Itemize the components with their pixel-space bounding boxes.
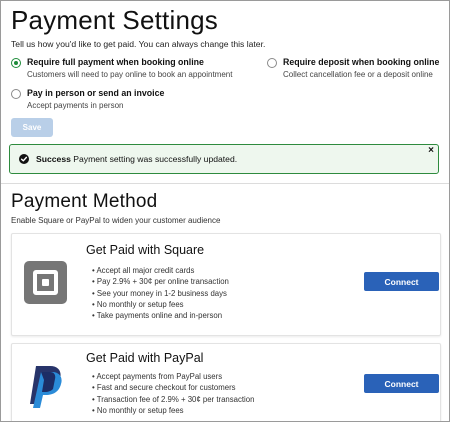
option-subtitle: Collect cancellation fee or a deposit on… xyxy=(283,70,433,79)
list-item: Pay 2.9% + 30¢ per online transaction xyxy=(92,276,229,287)
option-deposit[interactable]: Require deposit when booking online Coll… xyxy=(267,57,439,80)
square-card-title: Get Paid with Square xyxy=(86,243,205,257)
section-title: Payment Method xyxy=(11,191,158,212)
paypal-connect-button[interactable]: Connect xyxy=(364,374,439,393)
square-card: Get Paid with Square Accept all major cr… xyxy=(11,233,441,336)
check-circle-icon xyxy=(19,154,29,164)
list-item: See your money in 1-2 business days xyxy=(92,288,229,299)
save-button[interactable]: Save xyxy=(11,118,53,137)
option-title: Pay in person or send an invoice xyxy=(27,88,165,98)
close-icon[interactable]: × xyxy=(428,146,434,156)
paypal-card-title: Get Paid with PayPal xyxy=(86,351,204,365)
list-item: Transaction fee of 2.9% + 30¢ per transa… xyxy=(92,394,255,405)
alert-message: Success Payment setting was successfully… xyxy=(36,154,237,164)
paypal-features: Accept payments from PayPal users Fast a… xyxy=(92,371,254,416)
option-title: Require deposit when booking online xyxy=(283,57,440,67)
option-pay-in-person[interactable]: Pay in person or send an invoice Accept … xyxy=(11,88,164,111)
page-title: Payment Settings xyxy=(11,5,218,35)
list-item: No monthly or setup fees xyxy=(92,405,254,416)
alert-text: Payment setting was successfully updated… xyxy=(70,154,238,164)
payment-settings-page: Payment Settings Tell us how you'd like … xyxy=(0,0,450,422)
alert-strong: Success xyxy=(36,154,71,164)
page-intro: Tell us how you'd like to get paid. You … xyxy=(11,39,266,49)
option-full-payment[interactable]: Require full payment when booking online… xyxy=(11,57,232,80)
section-subtitle: Enable Square or PayPal to widen your cu… xyxy=(11,216,221,225)
success-alert: Success Payment setting was successfully… xyxy=(9,144,439,174)
paypal-card: Get Paid with PayPal Accept payments fro… xyxy=(11,343,441,421)
radio-unselected-icon[interactable] xyxy=(11,89,21,99)
radio-selected-icon[interactable] xyxy=(11,58,21,68)
square-logo-icon xyxy=(24,261,67,304)
list-item: Accept all major credit cards xyxy=(92,265,229,276)
list-item: No monthly or setup fees xyxy=(92,299,229,310)
option-title: Require full payment when booking online xyxy=(27,57,204,67)
radio-unselected-icon[interactable] xyxy=(267,58,277,68)
list-item: Accept payments from PayPal users xyxy=(92,371,254,382)
section-divider xyxy=(1,183,449,184)
option-subtitle: Customers will need to pay online to boo… xyxy=(27,70,233,79)
list-item: Fast and secure checkout for customers xyxy=(92,382,254,393)
option-subtitle: Accept payments in person xyxy=(27,101,124,110)
square-connect-button[interactable]: Connect xyxy=(364,272,439,291)
square-features: Accept all major credit cards Pay 2.9% +… xyxy=(92,265,229,321)
list-item: Take payments online and in-person xyxy=(92,310,229,321)
paypal-logo-icon xyxy=(30,366,62,408)
